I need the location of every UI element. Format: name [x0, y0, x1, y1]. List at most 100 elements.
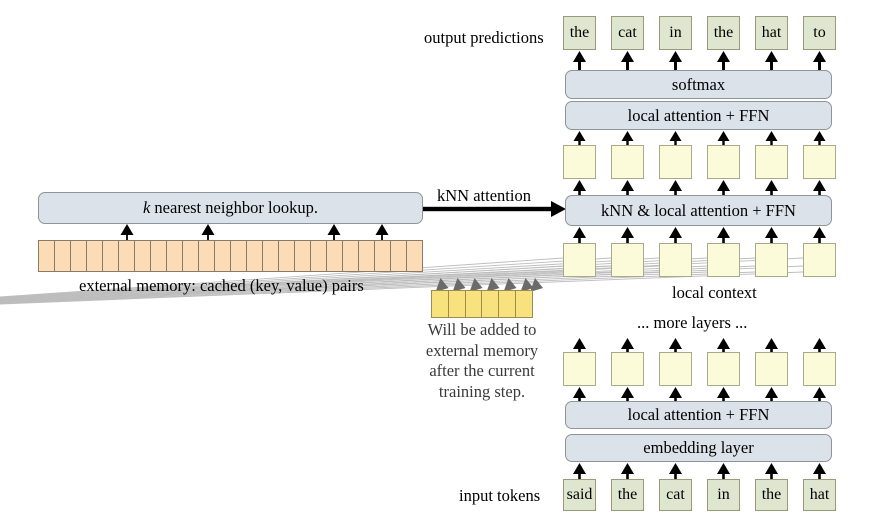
local-context-box: [659, 243, 692, 277]
input-token-box[interactable]: hat: [803, 479, 836, 511]
pending-memory-cell: [515, 290, 533, 318]
ffn-to-lower-activation-arrow-head: [765, 387, 778, 398]
input-to-embedding-arrow-head: [813, 463, 826, 474]
input-to-embedding-arrow-head: [573, 463, 586, 474]
knn-lookup-bar[interactable]: k nearest neighbor lookup.: [38, 192, 423, 224]
context-to-knnlayer-arrow-head: [813, 227, 826, 238]
softmax-to-output-arrow-stem: [578, 61, 581, 70]
embedding-layer[interactable]: embedding layer: [565, 434, 832, 462]
output-token-box[interactable]: hat: [755, 16, 788, 50]
lower-activation-up-arrow-head: [813, 338, 826, 349]
memory-cell: [70, 240, 86, 272]
activation-box: [803, 352, 836, 386]
memory-cell: [86, 240, 102, 272]
memory-cell: [198, 240, 214, 272]
input-token-row: said the cat in the hat: [563, 479, 857, 511]
context-to-knnlayer-arrow-head: [573, 227, 586, 238]
ffn-to-lower-activation-arrow-head: [813, 387, 826, 398]
knn-local-attention-ffn-label: kNN & local attention + FFN: [601, 200, 796, 220]
input-token-box[interactable]: in: [707, 479, 740, 511]
output-token-box[interactable]: in: [659, 16, 692, 50]
activation-to-knnlayer-arrow-head: [573, 180, 586, 191]
input-to-embedding-arrow-head: [669, 463, 682, 474]
local-attention-ffn-bottom-layer[interactable]: local attention + FFN: [565, 401, 832, 429]
activation-box: [611, 352, 644, 386]
memory-cell: [262, 240, 278, 272]
memory-cell: [38, 240, 54, 272]
activation-box: [707, 145, 740, 179]
input-to-embedding-arrow-head: [621, 463, 634, 474]
softmax-to-output-arrow-stem: [626, 61, 629, 70]
input-token-box[interactable]: cat: [659, 479, 692, 511]
memory-cell: [342, 240, 358, 272]
knn-lookup-label: k nearest neighbor lookup.: [143, 198, 318, 218]
memory-cell: [326, 240, 342, 272]
memory-cell: [230, 240, 246, 272]
memory-cell: [54, 240, 70, 272]
lower-activation-up-arrow-head: [621, 338, 634, 349]
pending-memory-cell: [498, 290, 516, 318]
activation-to-knnlayer-arrow-head: [669, 180, 682, 191]
activation-to-knnlayer-arrow-head: [717, 180, 730, 191]
output-token-box[interactable]: cat: [611, 16, 644, 50]
lower-activation-up-arrow-head: [573, 338, 586, 349]
memory-cell: [134, 240, 150, 272]
memory-cell: [246, 240, 262, 272]
softmax-to-output-arrow-stem: [674, 61, 677, 70]
context-to-knnlayer-arrow-head: [717, 227, 730, 238]
pending-memory-cell: [431, 290, 448, 318]
local-context-box: [707, 243, 740, 277]
softmax-layer[interactable]: softmax: [565, 70, 832, 99]
toplayer-to-activation-arrow-head: [573, 131, 586, 141]
input-token-box[interactable]: said: [563, 479, 596, 511]
memory-cell: [182, 240, 198, 272]
output-token-box[interactable]: the: [707, 16, 740, 50]
ffn-to-lower-activation-arrow-head: [621, 387, 634, 398]
ffn-to-lower-activation-arrow-head: [717, 387, 730, 398]
activation-box: [563, 352, 596, 386]
input-token-box[interactable]: the: [755, 479, 788, 511]
toplayer-to-activation-arrow-head: [765, 131, 778, 141]
local-attention-ffn-top-label: local attention + FFN: [627, 105, 770, 125]
pending-note-line-1: external memory: [425, 340, 539, 360]
ffn-to-lower-activation-arrow-head: [669, 387, 682, 398]
activation-row-local-context: [563, 243, 857, 277]
memory-cell: [102, 240, 118, 272]
local-context-box: [563, 243, 596, 277]
external-memory-bar[interactable]: [38, 240, 423, 272]
activation-to-knnlayer-arrow-head: [621, 180, 634, 191]
activation-box: [659, 145, 692, 179]
output-predictions-label: output predictions: [424, 28, 544, 47]
output-token-box[interactable]: to: [803, 16, 836, 50]
softmax-to-output-arrow-stem: [722, 61, 725, 70]
memory-lookup-arrow-3-head: [375, 224, 389, 235]
memory-cell: [390, 240, 406, 272]
local-context-label: local context: [672, 283, 757, 302]
diagram-canvas: k nearest neighbor lookup. external memo…: [0, 0, 875, 512]
local-context-box: [755, 243, 788, 277]
knn-attention-label: kNN attention: [437, 186, 531, 205]
pending-memory-cells[interactable]: [431, 290, 533, 318]
activation-box: [707, 352, 740, 386]
local-attention-ffn-bottom-label: local attention + FFN: [627, 405, 770, 424]
activation-box: [611, 145, 644, 179]
more-layers-label: ... more layers ...: [637, 313, 748, 332]
memory-cell: [294, 240, 310, 272]
pending-note: Will be added to external memory after t…: [409, 320, 555, 403]
knn-local-attention-ffn-layer[interactable]: kNN & local attention + FFN: [565, 195, 832, 226]
toplayer-to-activation-arrow-head: [717, 131, 730, 141]
ffn-to-lower-activation-arrow-head: [573, 387, 586, 398]
memory-lookup-arrow-1-head: [201, 224, 215, 235]
lower-activation-up-arrow-head: [669, 338, 682, 349]
local-attention-ffn-top-layer[interactable]: local attention + FFN: [565, 101, 832, 130]
activation-row-top: [563, 145, 857, 179]
pending-note-line-0: Will be added to: [427, 320, 537, 339]
memory-cell: [406, 240, 423, 272]
output-token-box[interactable]: the: [563, 16, 596, 50]
input-to-embedding-arrow-head: [765, 463, 778, 474]
context-to-knnlayer-arrow-head: [765, 227, 778, 238]
memory-cell: [278, 240, 294, 272]
input-token-box[interactable]: the: [611, 479, 644, 511]
toplayer-to-activation-arrow-head: [813, 131, 826, 141]
context-to-knnlayer-arrow-head: [621, 227, 634, 238]
